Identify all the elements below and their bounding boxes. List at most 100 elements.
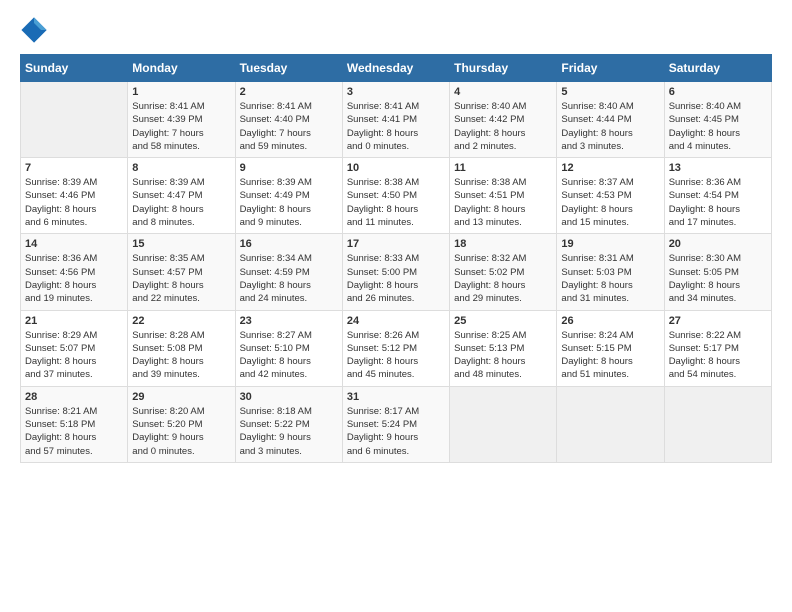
page: SundayMondayTuesdayWednesdayThursdayFrid… bbox=[0, 0, 792, 473]
day-number: 14 bbox=[25, 238, 123, 250]
day-number: 26 bbox=[561, 315, 659, 327]
header-tuesday: Tuesday bbox=[235, 55, 342, 82]
day-number: 28 bbox=[25, 391, 123, 403]
day-cell: 29 Sunrise: 8:20 AM Sunset: 5:20 PM Dayli… bbox=[128, 386, 235, 462]
day-number: 9 bbox=[240, 162, 338, 174]
week-row-1: 7Sunrise: 8:39 AM Sunset: 4:46 PM Daylig… bbox=[21, 158, 772, 234]
day-cell: 13Sunrise: 8:36 AM Sunset: 4:54 PM Dayli… bbox=[664, 158, 771, 234]
day-info: Sunrise: 8:35 AM Sunset: 4:57 PM Dayligh… bbox=[132, 252, 230, 305]
day-number: 31 bbox=[347, 391, 445, 403]
day-number: 22 bbox=[132, 315, 230, 327]
day-cell: 26 Sunrise: 8:24 AM Sunset: 5:15 PM Dayli… bbox=[557, 310, 664, 386]
day-info: Sunrise: 8:39 AM Sunset: 4:47 PM Dayligh… bbox=[132, 176, 230, 229]
day-info: Sunrise: 8:33 AM Sunset: 5:00 PM Dayligh… bbox=[347, 252, 445, 305]
day-cell: 15Sunrise: 8:35 AM Sunset: 4:57 PM Dayli… bbox=[128, 234, 235, 310]
day-info: Sunrise: 8:38 AM Sunset: 4:50 PM Dayligh… bbox=[347, 176, 445, 229]
day-number: 30 bbox=[240, 391, 338, 403]
day-number: 24 bbox=[347, 315, 445, 327]
day-info: Sunrise: 8:30 AM Sunset: 5:05 PM Dayligh… bbox=[669, 252, 767, 305]
day-cell: 16Sunrise: 8:34 AM Sunset: 4:59 PM Dayli… bbox=[235, 234, 342, 310]
day-number: 17 bbox=[347, 238, 445, 250]
day-number: 12 bbox=[561, 162, 659, 174]
day-cell: 20 Sunrise: 8:30 AM Sunset: 5:05 PM Dayli… bbox=[664, 234, 771, 310]
day-info: Sunrise: 8:27 AM Sunset: 5:10 PM Dayligh… bbox=[240, 329, 338, 382]
header-monday: Monday bbox=[128, 55, 235, 82]
day-info: Sunrise: 8:41 AM Sunset: 4:41 PM Dayligh… bbox=[347, 100, 445, 153]
day-cell bbox=[450, 386, 557, 462]
day-number: 21 bbox=[25, 315, 123, 327]
day-info: Sunrise: 8:41 AM Sunset: 4:39 PM Dayligh… bbox=[132, 100, 230, 153]
week-row-2: 14 Sunrise: 8:36 AM Sunset: 4:56 PM Dayli… bbox=[21, 234, 772, 310]
day-info: Sunrise: 8:28 AM Sunset: 5:08 PM Dayligh… bbox=[132, 329, 230, 382]
day-number: 18 bbox=[454, 238, 552, 250]
day-cell: 5 Sunrise: 8:40 AM Sunset: 4:44 PM Daylig… bbox=[557, 82, 664, 158]
week-row-0: 1 Sunrise: 8:41 AM Sunset: 4:39 PM Daylig… bbox=[21, 82, 772, 158]
day-cell: 27 Sunrise: 8:22 AM Sunset: 5:17 PM Dayli… bbox=[664, 310, 771, 386]
day-info: Sunrise: 8:22 AM Sunset: 5:17 PM Dayligh… bbox=[669, 329, 767, 382]
day-number: 25 bbox=[454, 315, 552, 327]
day-number: 23 bbox=[240, 315, 338, 327]
day-number: 1 bbox=[132, 86, 230, 98]
week-row-3: 21 Sunrise: 8:29 AM Sunset: 5:07 PM Dayli… bbox=[21, 310, 772, 386]
day-cell: 10 Sunrise: 8:38 AM Sunset: 4:50 PM Dayli… bbox=[342, 158, 449, 234]
day-number: 29 bbox=[132, 391, 230, 403]
day-info: Sunrise: 8:36 AM Sunset: 4:56 PM Dayligh… bbox=[25, 252, 123, 305]
header-thursday: Thursday bbox=[450, 55, 557, 82]
day-info: Sunrise: 8:21 AM Sunset: 5:18 PM Dayligh… bbox=[25, 405, 123, 458]
day-number: 6 bbox=[669, 86, 767, 98]
day-cell: 23 Sunrise: 8:27 AM Sunset: 5:10 PM Dayli… bbox=[235, 310, 342, 386]
header-wednesday: Wednesday bbox=[342, 55, 449, 82]
day-cell: 30Sunrise: 8:18 AM Sunset: 5:22 PM Dayli… bbox=[235, 386, 342, 462]
day-number: 19 bbox=[561, 238, 659, 250]
calendar-table: SundayMondayTuesdayWednesdayThursdayFrid… bbox=[20, 54, 772, 463]
day-number: 10 bbox=[347, 162, 445, 174]
logo-icon bbox=[20, 16, 48, 44]
day-info: Sunrise: 8:17 AM Sunset: 5:24 PM Dayligh… bbox=[347, 405, 445, 458]
day-cell: 28 Sunrise: 8:21 AM Sunset: 5:18 PM Dayli… bbox=[21, 386, 128, 462]
day-cell: 21 Sunrise: 8:29 AM Sunset: 5:07 PM Dayli… bbox=[21, 310, 128, 386]
header-saturday: Saturday bbox=[664, 55, 771, 82]
header-sunday: Sunday bbox=[21, 55, 128, 82]
day-cell bbox=[21, 82, 128, 158]
day-cell: 19 Sunrise: 8:31 AM Sunset: 5:03 PM Dayli… bbox=[557, 234, 664, 310]
day-info: Sunrise: 8:32 AM Sunset: 5:02 PM Dayligh… bbox=[454, 252, 552, 305]
day-info: Sunrise: 8:31 AM Sunset: 5:03 PM Dayligh… bbox=[561, 252, 659, 305]
day-cell: 9 Sunrise: 8:39 AM Sunset: 4:49 PM Daylig… bbox=[235, 158, 342, 234]
day-cell: 18 Sunrise: 8:32 AM Sunset: 5:02 PM Dayli… bbox=[450, 234, 557, 310]
day-info: Sunrise: 8:26 AM Sunset: 5:12 PM Dayligh… bbox=[347, 329, 445, 382]
day-info: Sunrise: 8:24 AM Sunset: 5:15 PM Dayligh… bbox=[561, 329, 659, 382]
day-info: Sunrise: 8:36 AM Sunset: 4:54 PM Dayligh… bbox=[669, 176, 767, 229]
day-number: 8 bbox=[132, 162, 230, 174]
day-info: Sunrise: 8:41 AM Sunset: 4:40 PM Dayligh… bbox=[240, 100, 338, 153]
day-info: Sunrise: 8:40 AM Sunset: 4:45 PM Dayligh… bbox=[669, 100, 767, 153]
day-cell: 2Sunrise: 8:41 AM Sunset: 4:40 PM Daylig… bbox=[235, 82, 342, 158]
day-info: Sunrise: 8:39 AM Sunset: 4:49 PM Dayligh… bbox=[240, 176, 338, 229]
day-cell: 11 Sunrise: 8:38 AM Sunset: 4:51 PM Dayli… bbox=[450, 158, 557, 234]
day-cell: 7Sunrise: 8:39 AM Sunset: 4:46 PM Daylig… bbox=[21, 158, 128, 234]
day-number: 27 bbox=[669, 315, 767, 327]
day-info: Sunrise: 8:38 AM Sunset: 4:51 PM Dayligh… bbox=[454, 176, 552, 229]
day-info: Sunrise: 8:40 AM Sunset: 4:44 PM Dayligh… bbox=[561, 100, 659, 153]
day-number: 20 bbox=[669, 238, 767, 250]
day-cell: 14 Sunrise: 8:36 AM Sunset: 4:56 PM Dayli… bbox=[21, 234, 128, 310]
day-info: Sunrise: 8:29 AM Sunset: 5:07 PM Dayligh… bbox=[25, 329, 123, 382]
day-info: Sunrise: 8:20 AM Sunset: 5:20 PM Dayligh… bbox=[132, 405, 230, 458]
day-cell bbox=[664, 386, 771, 462]
day-cell: 12Sunrise: 8:37 AM Sunset: 4:53 PM Dayli… bbox=[557, 158, 664, 234]
day-info: Sunrise: 8:39 AM Sunset: 4:46 PM Dayligh… bbox=[25, 176, 123, 229]
day-cell: 31 Sunrise: 8:17 AM Sunset: 5:24 PM Dayli… bbox=[342, 386, 449, 462]
day-number: 5 bbox=[561, 86, 659, 98]
day-cell bbox=[557, 386, 664, 462]
day-cell: 6 Sunrise: 8:40 AM Sunset: 4:45 PM Daylig… bbox=[664, 82, 771, 158]
day-cell: 8 Sunrise: 8:39 AM Sunset: 4:47 PM Daylig… bbox=[128, 158, 235, 234]
day-cell: 4Sunrise: 8:40 AM Sunset: 4:42 PM Daylig… bbox=[450, 82, 557, 158]
day-info: Sunrise: 8:25 AM Sunset: 5:13 PM Dayligh… bbox=[454, 329, 552, 382]
day-number: 11 bbox=[454, 162, 552, 174]
header-friday: Friday bbox=[557, 55, 664, 82]
day-cell: 24 Sunrise: 8:26 AM Sunset: 5:12 PM Dayli… bbox=[342, 310, 449, 386]
logo bbox=[20, 16, 50, 44]
day-number: 3 bbox=[347, 86, 445, 98]
day-number: 16 bbox=[240, 238, 338, 250]
header-row: SundayMondayTuesdayWednesdayThursdayFrid… bbox=[21, 55, 772, 82]
header bbox=[20, 16, 772, 44]
